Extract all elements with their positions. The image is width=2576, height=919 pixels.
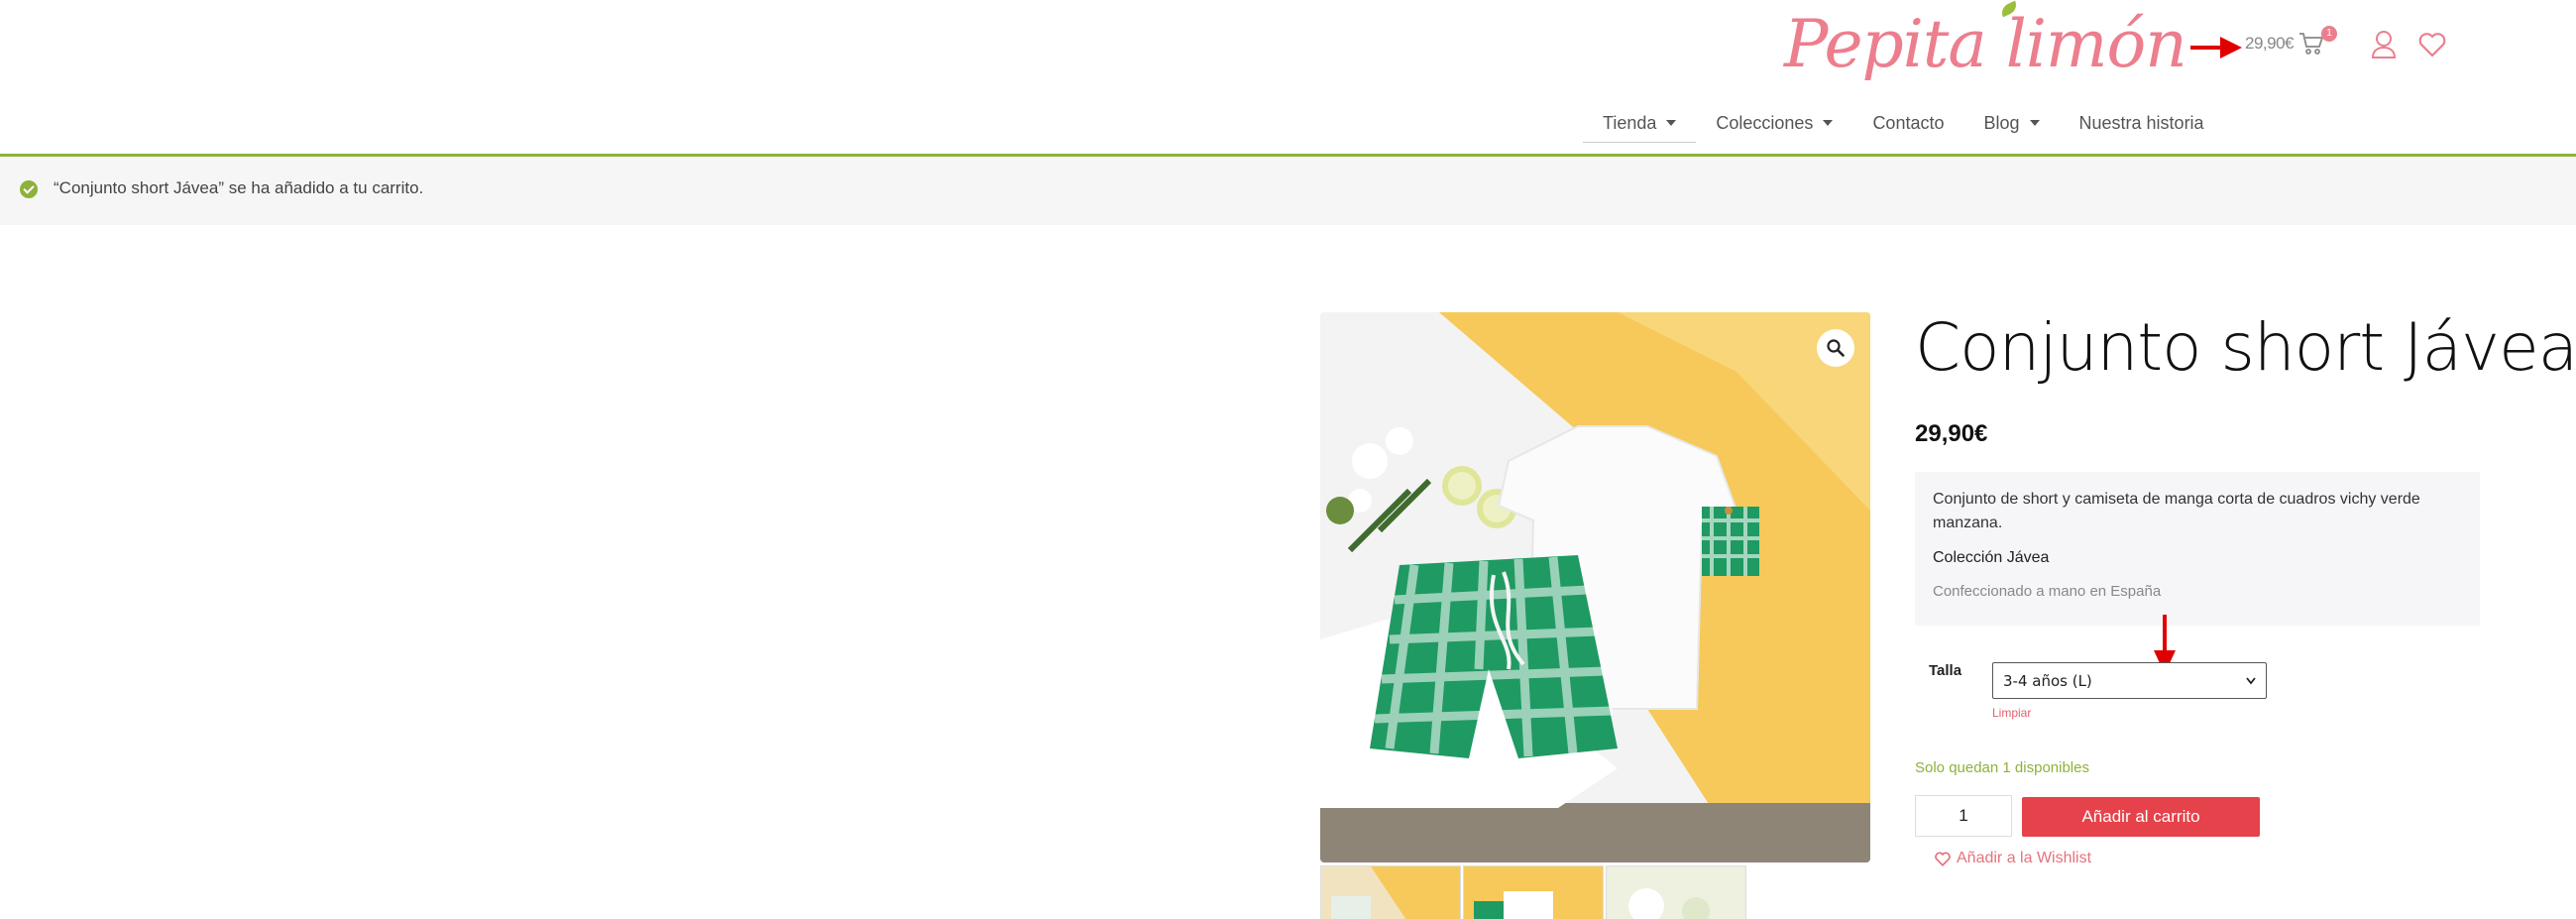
description-text: Conjunto de short y camiseta de manga co…: [1933, 491, 2420, 531]
nav-item-blog[interactable]: Blog: [1963, 103, 2059, 143]
size-select[interactable]: 3-4 años (L): [1992, 662, 2267, 699]
main-nav: Tienda Colecciones Contacto Blog Nuestra…: [1583, 103, 2224, 143]
product-price: 29,90€: [1915, 420, 1988, 447]
size-label: Talla: [1929, 662, 1962, 679]
heart-icon: [1935, 852, 1951, 866]
site-logo[interactable]: Pepita limón: [1784, 6, 2187, 82]
thumbnail-photo: [1607, 866, 1745, 919]
nav-item-label: Nuestra historia: [2078, 113, 2204, 133]
caret-down-icon: [2029, 120, 2040, 126]
product-description: Conjunto de short y camiseta de manga co…: [1915, 472, 2480, 626]
cart-total: 29,90€: [2245, 34, 2295, 53]
notice-message: “Conjunto short Jávea” se ha añadido a t…: [54, 178, 424, 197]
nav-item-colecciones[interactable]: Colecciones: [1696, 103, 1852, 143]
caret-down-icon: [1823, 120, 1834, 126]
product-photo: [1320, 312, 1870, 862]
product-thumbnail[interactable]: [1606, 865, 1746, 919]
caret-down-icon: [1666, 119, 1677, 126]
made-in-text: Confeccionado a mano en España: [1933, 583, 2162, 600]
nav-item-label: Contacto: [1872, 113, 1945, 133]
product-main-image[interactable]: [1320, 312, 1870, 862]
nav-item-tienda[interactable]: Tienda: [1583, 103, 1697, 143]
quantity-input[interactable]: 1: [1915, 795, 2012, 837]
cart-notice: “Conjunto short Jávea” se ha añadido a t…: [0, 157, 2576, 225]
add-to-cart-button[interactable]: Añadir al carrito: [2022, 797, 2260, 837]
stock-status: Solo quedan 1 disponibles: [1915, 759, 2089, 776]
page: Pepita limón 29,90€ 1 Tienda Colecciones: [0, 0, 2576, 919]
header-cart[interactable]: 29,90€: [2245, 30, 2325, 57]
product-thumbnail[interactable]: [1320, 865, 1461, 919]
size-selected-value: 3-4 años (L): [2003, 671, 2092, 690]
nav-item-label: Colecciones: [1716, 113, 1814, 133]
thumbnail-photo: [1464, 866, 1603, 919]
nav-item-label: Tienda: [1603, 112, 1657, 133]
product-thumbnail[interactable]: [1463, 865, 1604, 919]
collection-text: Colección Jávea: [1933, 549, 2050, 566]
nav-item-nuestra-historia[interactable]: Nuestra historia: [2060, 103, 2224, 143]
zoom-search-icon: [1827, 339, 1845, 357]
nav-item-contacto[interactable]: Contacto: [1852, 103, 1963, 143]
chevron-down-icon: [2246, 676, 2256, 684]
zoom-button[interactable]: [1817, 329, 1854, 367]
check-circle-icon: [20, 180, 38, 198]
add-to-wishlist-link[interactable]: Añadir a la Wishlist: [1935, 850, 2091, 867]
clear-size-link[interactable]: Limpiar: [1992, 706, 2031, 720]
wishlist-heart-icon[interactable]: [2418, 32, 2446, 57]
wishlist-label: Añadir a la Wishlist: [1957, 850, 2092, 866]
product-title: Conjunto short Jávea: [1915, 309, 2576, 386]
thumbnail-photo: [1321, 866, 1460, 919]
nav-item-label: Blog: [1983, 113, 2020, 133]
account-icon[interactable]: [2371, 30, 2397, 59]
cart-count-badge: 1: [2321, 26, 2337, 42]
annotation-arrow-right-icon: [2190, 37, 2242, 58]
